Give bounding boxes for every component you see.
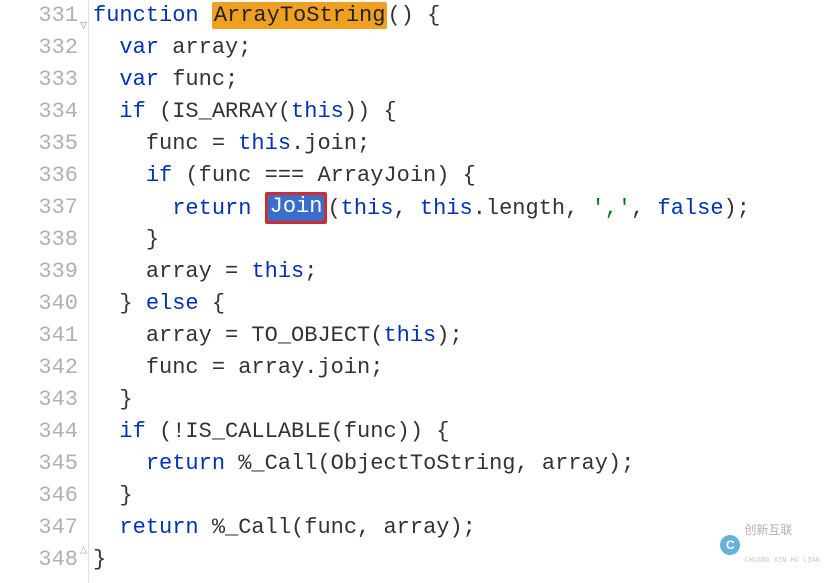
line-number: 338	[0, 224, 78, 256]
code-token: .join;	[291, 131, 370, 156]
code-line[interactable]: if (IS_ARRAY(this)) {	[93, 96, 830, 128]
string-token: ','	[592, 196, 632, 221]
keyword-token: this	[291, 99, 344, 124]
punct-token: }	[119, 291, 145, 316]
code-line[interactable]: }	[93, 224, 830, 256]
code-line[interactable]: return Join(this, this.length, ',', fals…	[93, 192, 830, 224]
keyword-token: else	[146, 291, 199, 316]
fold-open-icon[interactable]: ▽	[80, 20, 92, 32]
code-line[interactable]: }	[93, 480, 830, 512]
code-line[interactable]: if (func === ArrayJoin) {	[93, 160, 830, 192]
keyword-token: return	[146, 451, 238, 476]
line-number: 340	[0, 288, 78, 320]
punct-token: )) {	[344, 99, 397, 124]
code-line[interactable]: return %_Call(ObjectToString, array);	[93, 448, 830, 480]
code-line[interactable]: var func;	[93, 64, 830, 96]
keyword-token: if	[119, 419, 159, 444]
code-token: array;	[172, 35, 251, 60]
line-number-gutter: 3313323333343353363373383393403413423433…	[0, 0, 89, 583]
fold-close-icon[interactable]: △	[80, 544, 92, 556]
punct-token: {	[199, 291, 225, 316]
code-area[interactable]: function ArrayToString() { var array; va…	[89, 0, 830, 583]
code-token: .length,	[473, 196, 592, 221]
keyword-token: this	[341, 196, 394, 221]
keyword-token: return	[119, 515, 211, 540]
code-token: func =	[146, 131, 238, 156]
code-token: (func === ArrayJoin) {	[185, 163, 475, 188]
keyword-token: this	[238, 131, 291, 156]
line-number: 331	[0, 0, 78, 32]
punct-token: }	[119, 483, 132, 508]
line-number: 332	[0, 32, 78, 64]
punct-token: }	[119, 387, 132, 412]
punct-token: }	[93, 547, 106, 572]
keyword-token: return	[172, 196, 264, 221]
code-line[interactable]: } else {	[93, 288, 830, 320]
code-token: array = TO_OBJECT(	[146, 323, 384, 348]
watermark-logo-letter: C	[726, 529, 735, 561]
code-token: func = array.join;	[146, 355, 384, 380]
line-number: 341	[0, 320, 78, 352]
code-line[interactable]: func = this.join;	[93, 128, 830, 160]
punct-token: );	[724, 196, 750, 221]
code-line[interactable]: func = array.join;	[93, 352, 830, 384]
line-number: 336	[0, 160, 78, 192]
keyword-token: function	[93, 3, 212, 28]
watermark-logo-icon: C	[720, 535, 740, 555]
keyword-token: if	[146, 163, 186, 188]
keyword-token: var	[119, 67, 172, 92]
code-line[interactable]: array = TO_OBJECT(this);	[93, 320, 830, 352]
punct-token: }	[146, 227, 159, 252]
line-number: 344	[0, 416, 78, 448]
line-number: 339	[0, 256, 78, 288]
line-number: 346	[0, 480, 78, 512]
code-line[interactable]: var array;	[93, 32, 830, 64]
punct-token: () {	[387, 3, 440, 28]
code-token: %_Call(ObjectToString, array);	[238, 451, 634, 476]
punct-token: );	[436, 323, 462, 348]
code-line[interactable]: array = this;	[93, 256, 830, 288]
keyword-token: var	[119, 35, 172, 60]
code-token: func;	[172, 67, 238, 92]
code-line[interactable]: }	[93, 384, 830, 416]
code-token: array =	[146, 259, 252, 284]
keyword-token: this	[251, 259, 304, 284]
line-number: 348	[0, 544, 78, 576]
punct-token: ,	[631, 196, 657, 221]
line-number: 342	[0, 352, 78, 384]
line-number: 334	[0, 96, 78, 128]
selected-identifier: Join	[265, 192, 328, 224]
keyword-token: false	[658, 196, 724, 221]
punct-token: ,	[393, 196, 419, 221]
code-token: %_Call(func, array);	[212, 515, 476, 540]
line-number: 337	[0, 192, 78, 224]
punct-token: (	[327, 196, 340, 221]
keyword-token: if	[119, 99, 159, 124]
line-number: 343	[0, 384, 78, 416]
code-line[interactable]: function ArrayToString() {	[93, 0, 830, 32]
line-number: 345	[0, 448, 78, 480]
highlighted-function-name: ArrayToString	[212, 2, 388, 29]
punct-token: ;	[304, 259, 317, 284]
line-number: 347	[0, 512, 78, 544]
keyword-token: this	[420, 196, 473, 221]
watermark-subtext: CHUANG XIN HU LIAN	[744, 545, 820, 577]
watermark: C 创新互联 CHUANG XIN HU LIAN	[720, 513, 820, 577]
line-number: 333	[0, 64, 78, 96]
code-token: (!IS_CALLABLE(func)) {	[159, 419, 449, 444]
code-editor[interactable]: 3313323333343353363373383393403413423433…	[0, 0, 830, 583]
code-line[interactable]: if (!IS_CALLABLE(func)) {	[93, 416, 830, 448]
line-number: 335	[0, 128, 78, 160]
code-token: (IS_ARRAY(	[159, 99, 291, 124]
keyword-token: this	[383, 323, 436, 348]
watermark-text: 创新互联	[744, 523, 792, 537]
